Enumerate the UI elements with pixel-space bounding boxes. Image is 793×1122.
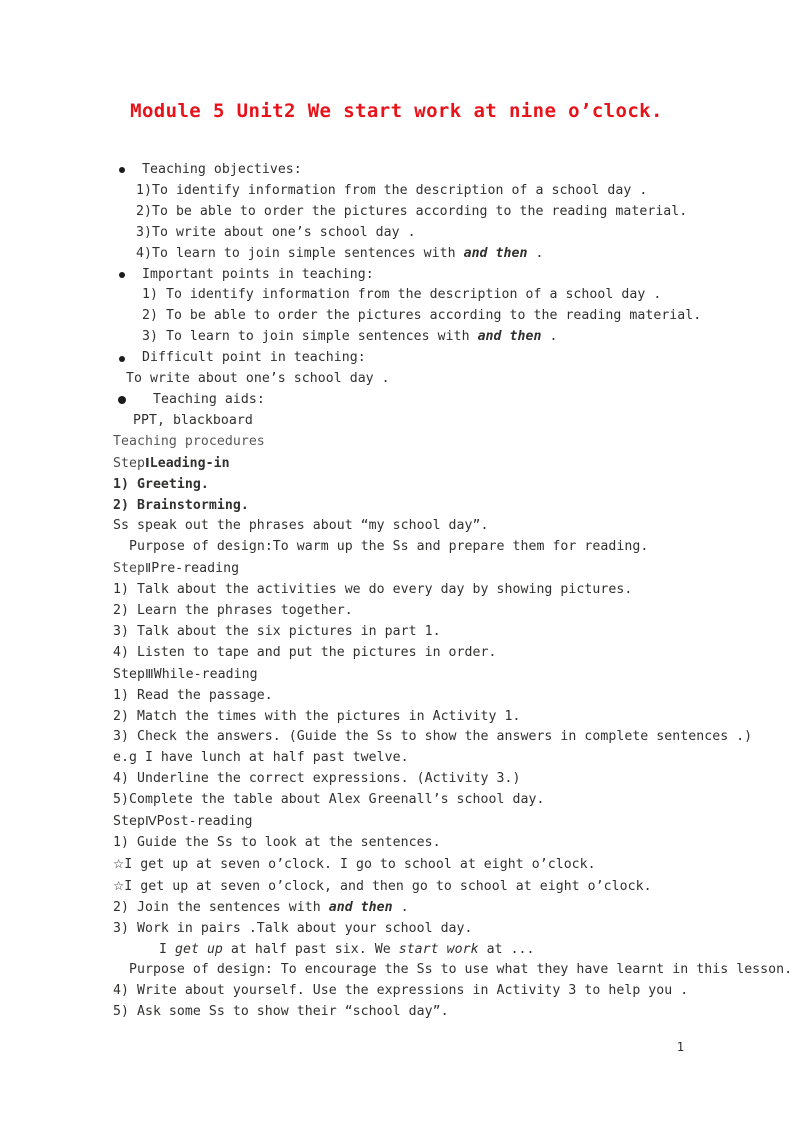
heading-teaching-aids: Teaching aids: <box>113 390 713 411</box>
step-2-item-4: 4) Listen to tape and put the pictures i… <box>113 644 497 660</box>
step-4-item-2: 2) Join the sentences with and then . <box>113 898 713 919</box>
step-3-item-5: 5)Complete the table about Alex Greenall… <box>113 792 545 808</box>
step-2-label: Step <box>113 561 145 577</box>
step-4-purpose: Purpose of design: To encourage the Ss t… <box>129 962 793 978</box>
step-1-item-2: 2) Brainstorming. <box>113 497 249 513</box>
objective-item-3: 3)To write about one’s school day . <box>136 224 416 240</box>
teaching-aids-body: PPT, blackboard <box>133 412 253 428</box>
step-2-item-1: 1) Talk about the activities we do every… <box>113 582 633 598</box>
step-1-purpose: Purpose of design:To warm up the Ss and … <box>129 539 649 555</box>
step-4-label: Step <box>113 814 145 830</box>
heading-label: Difficult point in teaching: <box>142 350 366 366</box>
objective-item-4-emphasis: and then <box>463 245 528 261</box>
example-emphasis-2: start work <box>398 941 479 957</box>
step-4-item-2-suffix: . <box>392 899 409 915</box>
step-3-name: While-reading <box>153 666 258 682</box>
page-number: 1 <box>676 1040 684 1054</box>
star-line-2-text: I get up at seven o’clock, and then go t… <box>124 878 652 894</box>
star-icon: ☆ <box>113 877 125 893</box>
step-3-label: Step <box>113 666 145 682</box>
step-3-item-4: 4) Underline the correct expressions. (A… <box>113 771 521 787</box>
step-4-item-3: 3) Work in pairs .Talk about your school… <box>113 920 473 936</box>
step-3-item-1: 1) Read the passage. <box>113 687 273 703</box>
star-icon: ☆ <box>113 855 125 871</box>
step-3-item-2: 2) Match the times with the pictures in … <box>113 708 521 724</box>
objective-item-4-suffix: . <box>527 245 544 261</box>
example-part-2: at half past six. We <box>222 941 399 957</box>
bullet-icon <box>119 271 125 278</box>
page-title: Module 5 Unit2 We start work at nine o’c… <box>130 100 663 122</box>
heading-important-points: Important points in teaching: <box>113 265 713 286</box>
objective-item-4-prefix: 4)To learn to join simple sentences with <box>136 245 464 261</box>
step-4-item-2-emphasis: and then <box>328 899 393 915</box>
objective-item-2: 2)To be able to order the pictures accor… <box>136 203 688 219</box>
step-4-example: I get up at half past six. We start work… <box>113 940 713 961</box>
heading-difficult-point: Difficult point in teaching: <box>113 348 713 369</box>
document-body: Teaching objectives: 1)To identify infor… <box>113 160 793 1023</box>
heading-teaching-procedures: Teaching procedures <box>113 433 265 449</box>
objective-item-4: 4)To learn to join simple sentences with… <box>113 244 713 265</box>
step-4-star-line-1: ☆I get up at seven o’clock. I go to scho… <box>113 854 713 876</box>
important-item-3-prefix: 3) To learn to join simple sentences wit… <box>142 329 478 345</box>
heading-teaching-objectives: Teaching objectives: <box>113 160 713 181</box>
bullet-icon <box>118 396 126 405</box>
example-emphasis-1: get up <box>174 941 223 957</box>
step-1-item-1: 1) Greeting. <box>113 476 209 492</box>
step-3-item-3: 3) Check the answers. (Guide the Ss to s… <box>113 729 753 745</box>
step-4-item-2-prefix: 2) Join the sentences with <box>113 899 329 915</box>
step-3-numeral: Ⅲ <box>144 665 154 681</box>
step-4-name: Post-reading <box>156 814 253 830</box>
important-item-3: 3) To learn to join simple sentences wit… <box>113 327 713 348</box>
step-2-item-3: 3) Talk about the six pictures in part 1… <box>113 623 441 639</box>
important-item-3-suffix: . <box>541 329 558 345</box>
objective-item-1: 1)To identify information from the descr… <box>136 182 648 198</box>
step-2-heading: StepⅡPre-reading <box>113 558 713 580</box>
important-item-1: 1) To identify information from the desc… <box>142 287 662 303</box>
important-item-2: 2) To be able to order the pictures acco… <box>142 308 702 324</box>
bullet-icon <box>119 167 125 174</box>
step-1-note: Ss speak out the phrases about “my schoo… <box>113 518 489 534</box>
step-2-name: Pre-reading <box>151 561 240 577</box>
document-page: Module 5 Unit2 We start work at nine o’c… <box>0 0 793 1122</box>
step-3-heading: StepⅢWhile-reading <box>113 664 713 686</box>
step-4-item-1: 1) Guide the Ss to look at the sentences… <box>113 835 441 850</box>
step-3-example: e.g I have lunch at half past twelve. <box>113 750 409 766</box>
star-line-1-text: I get up at seven o’clock. I go to schoo… <box>124 856 596 872</box>
step-4-heading: StepⅣPost-reading <box>113 811 713 833</box>
bullet-icon <box>119 355 125 362</box>
step-4-numeral: Ⅳ <box>144 813 157 829</box>
heading-label: Teaching aids: <box>153 391 265 407</box>
heading-label: Teaching objectives: <box>142 162 302 177</box>
step-1-heading: StepⅠLeading-in <box>113 453 713 475</box>
step-4-item-4: 4) Write about yourself. Use the express… <box>113 983 689 999</box>
difficult-point-body: To write about one’s school day . <box>126 371 390 387</box>
example-part-3: at ... <box>478 941 535 957</box>
important-item-3-emphasis: and then <box>477 329 542 345</box>
example-part-1: I <box>159 941 175 957</box>
step-1-label: Step <box>113 455 145 471</box>
heading-label: Important points in teaching: <box>142 266 374 282</box>
step-1-name: Leading-in <box>149 455 230 471</box>
step-4-item-5: 5) Ask some Ss to show their “school day… <box>113 1004 449 1020</box>
step-4-star-line-2: ☆I get up at seven o’clock, and then go … <box>113 876 713 898</box>
step-2-item-2: 2) Learn the phrases together. <box>113 603 353 619</box>
